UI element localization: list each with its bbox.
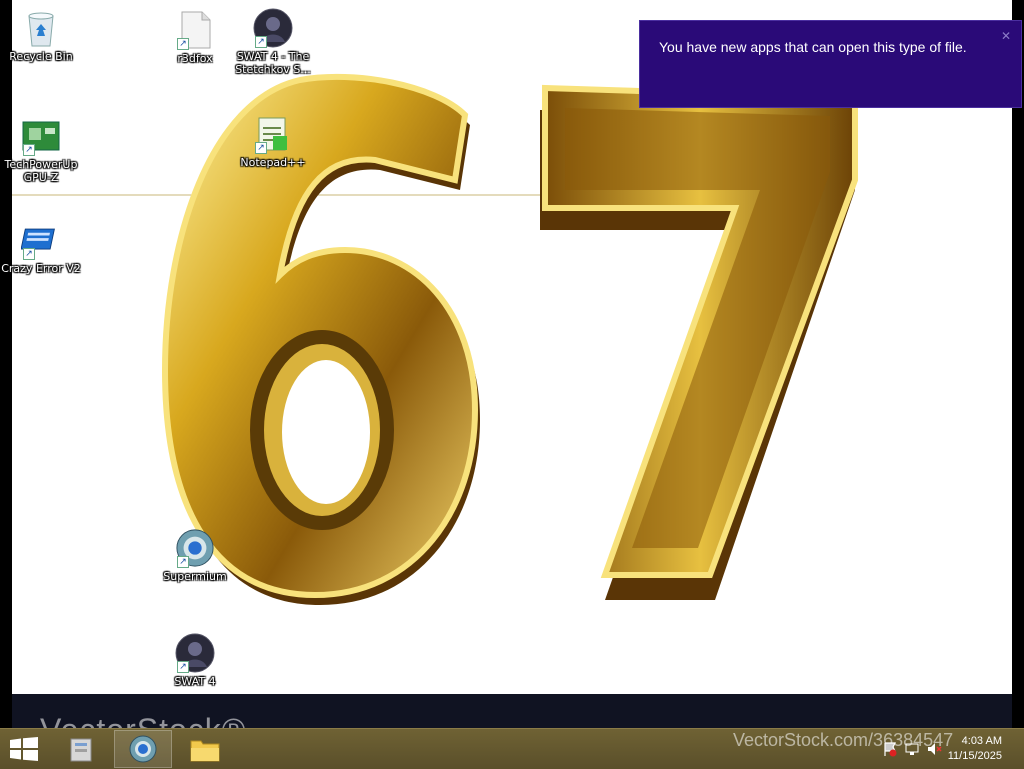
desktop-icon-swat4-stetchkov[interactable]: ↗ SWAT 4 - The Stetchkov S... [232, 8, 314, 76]
desktop-icon-label: Supermium [163, 570, 227, 583]
desktop-icon-swat4[interactable]: ↗ SWAT 4 [154, 633, 236, 688]
network-icon[interactable] [904, 741, 920, 757]
desktop-icon-crazy-error[interactable]: ↗ Crazy Error V2 [0, 220, 82, 275]
shortcut-arrow-icon: ↗ [177, 556, 189, 568]
taskbar-clock[interactable]: 4:03 AM 11/15/2025 [948, 734, 1002, 764]
desktop-icon-r3dfox[interactable]: ↗ r3dfox [154, 10, 236, 65]
taskbar-explorer-button[interactable] [176, 730, 234, 768]
file-manager-icon [70, 738, 92, 762]
desktop-icon-gpuz[interactable]: ↗ TechPowerUp GPU-Z [0, 116, 82, 184]
action-center-flag-icon[interactable] [882, 741, 898, 757]
recycle-bin-icon [21, 8, 61, 48]
shortcut-arrow-icon: ↗ [23, 248, 35, 260]
swat-icon: ↗ [253, 8, 293, 48]
desktop-icon-label: Notepad++ [240, 156, 306, 169]
volume-muted-icon[interactable] [926, 741, 942, 757]
shortcut-arrow-icon: ↗ [177, 661, 189, 673]
shortcut-arrow-icon: ↗ [23, 144, 35, 156]
desktop-icon-notepadpp[interactable]: ↗ Notepad++ [232, 114, 314, 169]
desktop-icons: Recycle Bin ↗ r3dfox ↗ SWAT 4 - The Stet… [0, 0, 1024, 728]
supermium-icon: ↗ [175, 528, 215, 568]
start-button[interactable] [10, 737, 38, 761]
folder-icon [190, 740, 220, 762]
desktop-icon-label: TechPowerUp GPU-Z [4, 158, 78, 184]
toast-close-icon[interactable]: ✕ [1001, 29, 1011, 43]
taskbar: VectorStock.com/36384547 4:03 AM 11/15/2… [0, 728, 1024, 769]
system-tray: 4:03 AM 11/15/2025 [864, 729, 1024, 769]
shortcut-arrow-icon: ↗ [255, 142, 267, 154]
supermium-icon [129, 735, 157, 763]
taskbar-supermium-button[interactable] [114, 730, 172, 768]
clock-time: 4:03 AM [961, 735, 1002, 747]
desktop-icon-recycle-bin[interactable]: Recycle Bin [0, 8, 82, 63]
shortcut-arrow-icon: ↗ [177, 38, 189, 50]
windows-logo-icon [10, 737, 38, 761]
shortcut-arrow-icon: ↗ [255, 36, 267, 48]
crazy-error-icon: ↗ [21, 220, 61, 260]
desktop-icon-label: SWAT 4 - The Stetchkov S... [235, 50, 311, 76]
taskbar-file-manager-button[interactable] [52, 730, 110, 768]
swat-icon: ↗ [175, 633, 215, 673]
desktop-icon-label: SWAT 4 [174, 675, 216, 688]
desktop-icon-supermium[interactable]: ↗ Supermium [154, 528, 236, 583]
notepad-icon: ↗ [253, 114, 293, 154]
toast-message: You have new apps that can open this typ… [659, 39, 967, 55]
desktop-icon-label: Crazy Error V2 [1, 262, 81, 275]
toast-notification[interactable]: You have new apps that can open this typ… [639, 20, 1022, 108]
gpuz-icon: ↗ [21, 116, 61, 156]
file-icon: ↗ [175, 10, 215, 50]
desktop-icon-label: Recycle Bin [9, 50, 73, 63]
desktop-icon-label: r3dfox [177, 52, 213, 65]
clock-date: 11/15/2025 [947, 750, 1002, 762]
